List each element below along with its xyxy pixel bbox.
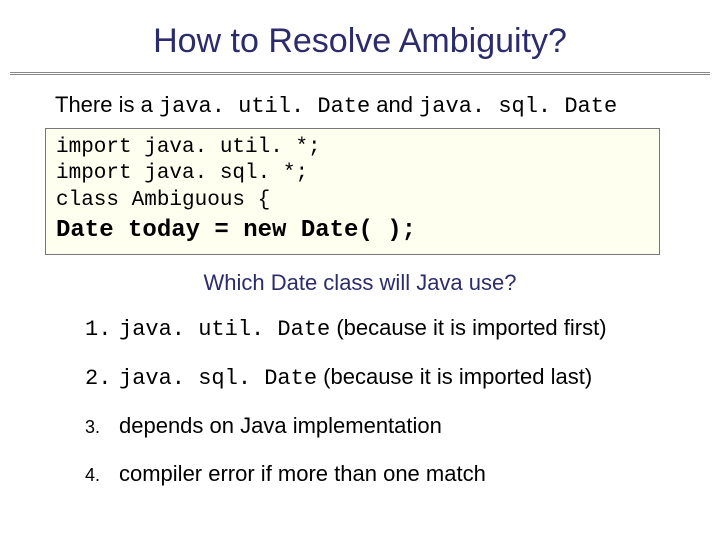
option-4-text: compiler error if more than one match [119, 461, 486, 487]
option-4: 4. compiler error if more than one match [85, 461, 607, 487]
option-3: 3. depends on Java implementation [85, 413, 607, 439]
option-1-rest: (because it is imported first) [330, 315, 606, 340]
code-line-3: class Ambiguous { [56, 188, 649, 214]
slide: How to Resolve Ambiguity? There is a jav… [0, 0, 720, 540]
options-list: 1. java. util. Date (because it is impor… [85, 315, 607, 509]
option-1-code: java. util. Date [119, 317, 330, 342]
option-2-code: java. sql. Date [119, 366, 317, 391]
option-2-rest: (because it is imported last) [317, 364, 592, 389]
intro-line: There is a java. util. Date and java. sq… [55, 92, 617, 119]
intro-mid: and [370, 92, 419, 117]
title-underline [10, 72, 710, 73]
code-box: import java. util. *; import java. sql. … [45, 128, 660, 255]
option-4-number: 4. [85, 465, 119, 486]
option-2-number: 2. [85, 366, 119, 391]
option-1-number: 1. [85, 317, 119, 342]
option-1-body: java. util. Date (because it is imported… [119, 315, 607, 342]
question-text: Which Date class will Java use? [0, 270, 720, 296]
option-2-body: java. sql. Date (because it is imported … [119, 364, 592, 391]
slide-title: How to Resolve Ambiguity? [0, 22, 720, 61]
title-underline-2 [10, 74, 710, 75]
option-1: 1. java. util. Date (because it is impor… [85, 315, 607, 342]
intro-prefix: There is a [55, 92, 159, 117]
option-3-text: depends on Java implementation [119, 413, 442, 439]
option-3-number: 3. [85, 417, 119, 438]
code-emphasis: Date today = new Date( ); [56, 216, 649, 246]
intro-code-2: java. sql. Date [419, 94, 617, 119]
code-line-2: import java. sql. *; [56, 161, 649, 187]
option-2: 2. java. sql. Date (because it is import… [85, 364, 607, 391]
intro-code-1: java. util. Date [159, 94, 370, 119]
code-line-1: import java. util. *; [56, 135, 649, 161]
